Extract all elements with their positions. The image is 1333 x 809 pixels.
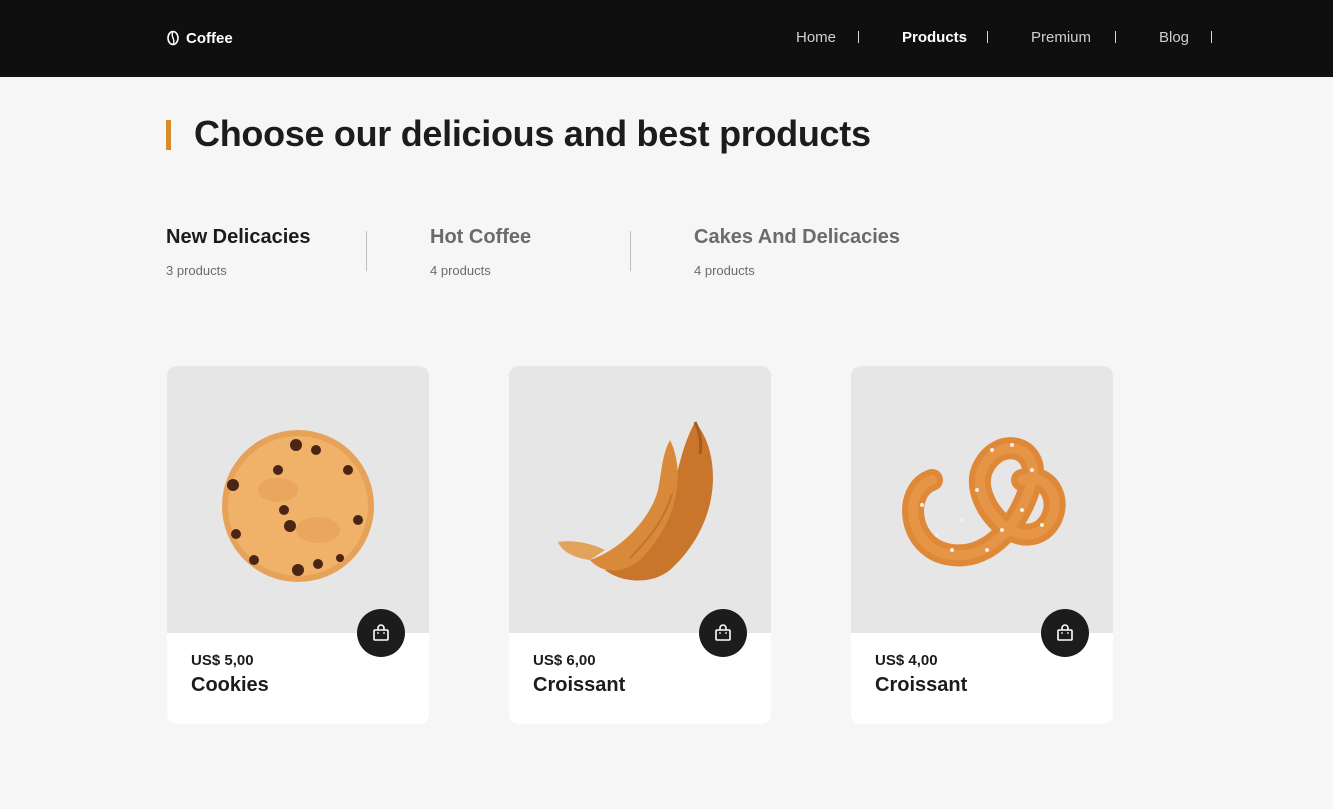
product-image-area — [509, 366, 771, 633]
product-name: Croissant — [875, 674, 968, 696]
product-card[interactable]: US$ 6,00 Croissant — [509, 366, 771, 724]
product-image-area — [851, 366, 1113, 633]
main-nav: Home Products Premium Blog — [0, 0, 1333, 77]
nav-divider — [987, 31, 988, 43]
category-count: 4 products — [430, 263, 491, 278]
nav-home[interactable]: Home — [796, 29, 836, 46]
category-tab-cakes-and-delicacies[interactable]: Cakes And Delicacies 4 products — [694, 226, 900, 278]
title-accent-bar — [166, 120, 171, 150]
nav-premium[interactable]: Premium — [1031, 29, 1091, 46]
category-name: New Delicacies — [166, 226, 311, 248]
add-to-cart-button[interactable] — [357, 609, 405, 657]
product-image-area — [167, 366, 429, 633]
category-divider — [366, 231, 367, 271]
nav-products[interactable]: Products — [902, 29, 967, 46]
product-name: Croissant — [533, 674, 626, 696]
product-price: US$ 4,00 — [875, 652, 938, 669]
product-price: US$ 6,00 — [533, 652, 596, 669]
product-card[interactable]: US$ 5,00 Cookies — [167, 366, 429, 724]
page-title: Choose our delicious and best products — [194, 113, 871, 154]
nav-divider — [858, 31, 859, 43]
category-tab-new-delicacies[interactable]: New Delicacies 3 products — [166, 226, 311, 278]
category-name: Hot Coffee — [430, 226, 532, 248]
add-to-cart-button[interactable] — [1041, 609, 1089, 657]
nav-blog[interactable]: Blog — [1159, 29, 1189, 46]
shopping-bag-icon — [373, 624, 389, 641]
category-name: Cakes And Delicacies — [694, 226, 901, 248]
add-to-cart-button[interactable] — [699, 609, 747, 657]
category-tab-hot-coffee[interactable]: Hot Coffee 4 products — [430, 226, 531, 278]
pretzel-image — [902, 436, 1066, 566]
croissant-image — [558, 420, 713, 581]
nav-divider — [1115, 31, 1116, 43]
shopping-bag-icon — [1057, 624, 1073, 641]
shopping-bag-icon — [715, 624, 731, 641]
product-card[interactable]: US$ 4,00 Croissant — [851, 366, 1113, 724]
product-name: Cookies — [191, 674, 269, 696]
category-count: 3 products — [166, 263, 227, 278]
product-price: US$ 5,00 — [191, 652, 254, 669]
category-divider — [630, 231, 631, 271]
top-navbar: Coffee Home Products Premium Blog — [0, 0, 1333, 77]
category-count: 4 products — [694, 263, 755, 278]
nav-divider — [1211, 31, 1212, 43]
cookie-image — [222, 429, 374, 582]
